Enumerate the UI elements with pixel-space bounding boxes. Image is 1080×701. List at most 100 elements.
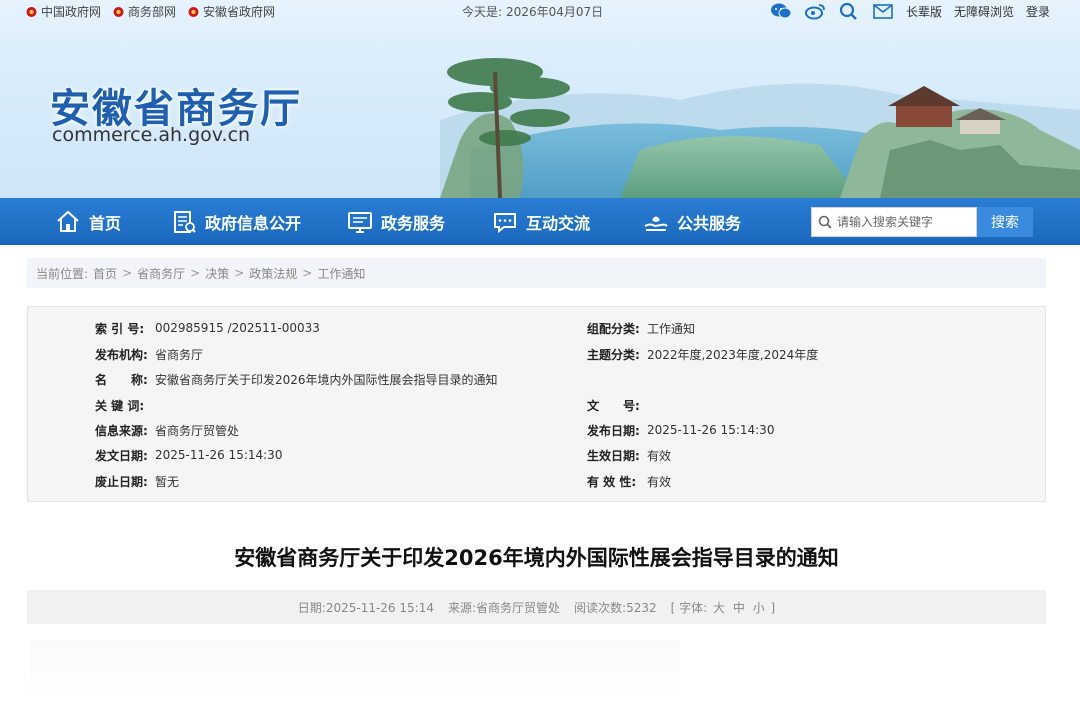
info-key: 发布日期: — [587, 423, 640, 438]
info-value: 002985915 /202511-00033 — [155, 321, 320, 335]
nav-item-home[interactable]: 首页 — [55, 198, 121, 245]
home-icon — [57, 210, 79, 232]
login-link[interactable]: 登录 — [1026, 3, 1050, 20]
nav-item-gov-service-label: 政务服务 — [381, 213, 446, 233]
font-size-label: [ 字体: — [670, 600, 708, 615]
info-key: 废止日期: — [95, 474, 148, 489]
breadcrumb-item[interactable]: 工作通知 — [317, 265, 365, 282]
mail-icon[interactable] — [872, 2, 894, 20]
info-row-expire: 废止日期: 暂无 — [95, 472, 179, 490]
info-key: 文 号: — [587, 398, 640, 413]
info-key: 发布机构: — [95, 347, 148, 362]
meta-date: 日期:2025-11-26 15:14 — [298, 599, 434, 616]
meta-views-label: 阅读次数: — [574, 600, 627, 615]
font-large-button[interactable]: 大 — [713, 601, 725, 615]
search-input[interactable] — [837, 215, 972, 229]
meta-views: 阅读次数:5232 — [574, 599, 657, 616]
document-info-table: 索 引 号: 002985915 /202511-00033 组配分类: 工作通知 … — [27, 306, 1046, 502]
breadcrumb-separator: > — [190, 266, 201, 280]
weibo-icon[interactable] — [804, 2, 826, 20]
breadcrumb-item[interactable]: 政策法规 — [249, 265, 297, 282]
search-icon[interactable] — [838, 2, 860, 20]
info-row-keywords: 关 键 词: — [95, 396, 155, 414]
font-small-button[interactable]: 小 — [753, 601, 765, 615]
document-icon — [174, 210, 196, 233]
font-size-switcher: [ 字体: 大 中 小 ] — [671, 599, 776, 616]
elder-mode-link[interactable]: 长辈版 — [906, 3, 942, 20]
font-medium-button[interactable]: 中 — [733, 601, 745, 615]
search-icon — [818, 215, 832, 229]
info-key: 主题分类: — [587, 347, 640, 362]
link-ah-gov[interactable]: 安徽省政府网 — [188, 3, 275, 20]
date-value: 2026年04月07日 — [506, 5, 604, 19]
top-links: 中国政府网 商务部网 安徽省政府网 — [26, 3, 275, 20]
article-body-preview — [30, 640, 680, 701]
site-search: 搜索 — [811, 207, 1033, 237]
meta-date-value: 2025-11-26 15:14 — [325, 600, 434, 615]
header-banner: 中国政府网 商务部网 安徽省政府网 今天是: 2026年04月07日 长辈版 无障… — [0, 0, 1080, 198]
info-row-validity: 有 效 性: 有效 — [587, 472, 671, 490]
nav-item-public-service[interactable]: 公共服务 — [643, 198, 741, 245]
wechat-icon[interactable] — [770, 2, 792, 20]
link-gov-cn[interactable]: 中国政府网 — [26, 3, 101, 20]
info-value: 暂无 — [155, 474, 180, 489]
nav-item-gov-service[interactable]: 政务服务 — [347, 198, 445, 245]
info-key: 有 效 性: — [587, 474, 637, 489]
info-key: 索 引 号: — [95, 321, 145, 336]
today-date: 今天是: 2026年04月07日 — [462, 3, 603, 20]
info-key: 发文日期: — [95, 448, 148, 463]
info-row-docno: 文 号: — [587, 396, 647, 414]
accessible-mode-link[interactable]: 无障碍浏览 — [954, 3, 1014, 20]
nav-item-gov-info-label: 政府信息公开 — [205, 213, 302, 233]
info-value: 安徽省商务厅关于印发2026年境内外国际性展会指导目录的通知 — [155, 372, 498, 387]
info-value: 2022年度,2023年度,2024年度 — [647, 347, 819, 362]
info-row-pubdate: 发布日期: 2025-11-26 15:14:30 — [587, 421, 774, 439]
breadcrumb-item[interactable]: 首页 — [93, 265, 117, 282]
meta-date-label: 日期: — [297, 600, 326, 615]
info-key: 名 称: — [95, 372, 148, 387]
info-value: 有效 — [647, 474, 672, 489]
service-icon — [644, 216, 668, 231]
info-key: 信息来源: — [95, 423, 148, 438]
breadcrumb-separator: > — [122, 266, 133, 280]
article-title: 安徽省商务厅关于印发2026年境内外国际性展会指导目录的通知 — [234, 546, 839, 570]
info-row-publisher: 发布机构: 省商务厅 — [95, 345, 203, 363]
info-key: 关 键 词: — [95, 398, 145, 413]
top-right-tools: 长辈版 无障碍浏览 登录 — [770, 2, 1050, 20]
info-value: 2025-11-26 15:14:30 — [155, 448, 283, 462]
nav-item-gov-info[interactable]: 政府信息公开 — [171, 198, 301, 245]
info-value: 2025-11-26 15:14:30 — [647, 423, 775, 437]
search-button[interactable]: 搜索 — [977, 207, 1033, 237]
info-value: 省商务厅 — [155, 347, 204, 362]
info-row-effective: 生效日期: 有效 — [587, 446, 671, 464]
breadcrumb-item[interactable]: 省商务厅 — [137, 265, 185, 282]
info-key: 组配分类: — [587, 321, 640, 336]
nav-item-home-label: 首页 — [89, 213, 122, 233]
monitor-icon — [348, 211, 372, 233]
link-ah-gov-label: 安徽省政府网 — [203, 5, 276, 19]
site-domain: commerce.ah.gov.cn — [52, 124, 251, 146]
info-key: 生效日期: — [587, 448, 640, 463]
breadcrumb: 当前位置: 首页 > 省商务厅 > 决策 > 政策法规 > 工作通知 — [27, 258, 1046, 288]
breadcrumb-item[interactable]: 决策 — [205, 265, 229, 282]
font-size-close: ] — [770, 600, 776, 615]
chat-icon — [494, 212, 516, 233]
info-row-index: 索 引 号: 002985915 /202511-00033 — [95, 319, 320, 337]
search-box — [811, 207, 977, 237]
breadcrumb-label: 当前位置: — [36, 266, 89, 281]
link-mofcom[interactable]: 商务部网 — [113, 3, 176, 20]
breadcrumb-separator: > — [234, 266, 245, 280]
info-row-source: 信息来源: 省商务厅贸管处 — [95, 421, 239, 439]
link-gov-cn-label: 中国政府网 — [41, 5, 102, 19]
link-mofcom-label: 商务部网 — [128, 5, 177, 19]
info-row-issuedate: 发文日期: 2025-11-26 15:14:30 — [95, 446, 282, 464]
date-label: 今天是: — [462, 5, 503, 19]
info-row-name: 名 称: 安徽省商务厅关于印发2026年境内外国际性展会指导目录的通知 — [95, 370, 498, 388]
meta-source-value: 省商务厅贸管处 — [476, 600, 561, 615]
nav-item-interaction-label: 互动交流 — [526, 213, 591, 233]
national-emblem-icon — [113, 6, 124, 17]
info-row-topic: 主题分类: 2022年度,2023年度,2024年度 — [587, 345, 818, 363]
info-value: 省商务厅贸管处 — [155, 423, 240, 438]
nav-item-interaction[interactable]: 互动交流 — [492, 198, 590, 245]
meta-views-value: 5232 — [626, 600, 657, 615]
